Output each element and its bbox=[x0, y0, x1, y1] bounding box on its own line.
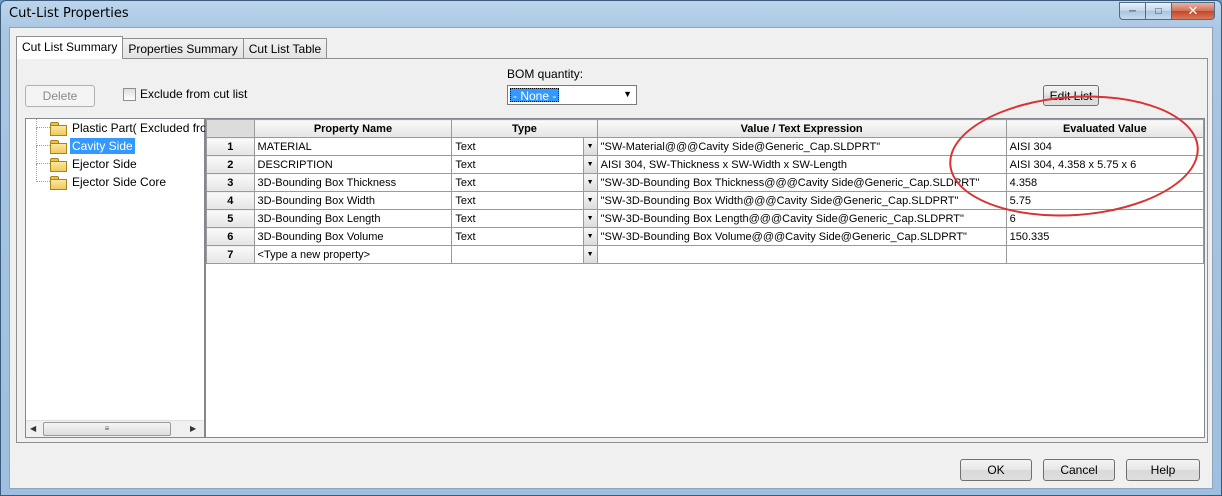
type-cell[interactable]: Text ▼ bbox=[451, 155, 598, 174]
delete-button[interactable]: Delete bbox=[25, 85, 95, 107]
close-button[interactable]: ✕ bbox=[1171, 2, 1215, 20]
value-expression-cell[interactable]: "SW-3D-Bounding Box Width@@@Cavity Side@… bbox=[596, 191, 1007, 210]
help-button[interactable]: Help bbox=[1126, 459, 1200, 481]
value-expression-cell[interactable]: AISI 304, SW-Thickness x SW-Width x SW-L… bbox=[596, 155, 1007, 174]
maximize-button[interactable]: □ bbox=[1145, 2, 1171, 20]
bom-quantity-label: BOM quantity: bbox=[507, 67, 584, 81]
type-cell[interactable]: Text ▼ bbox=[451, 173, 598, 192]
type-cell[interactable]: Text ▼ bbox=[451, 137, 598, 156]
tab-cut-list-table[interactable]: Cut List Table bbox=[242, 38, 328, 58]
tab-properties-summary[interactable]: Properties Summary bbox=[122, 38, 244, 58]
folder-icon bbox=[50, 176, 67, 190]
value-expression-cell[interactable]: "SW-3D-Bounding Box Length@@@Cavity Side… bbox=[596, 209, 1007, 228]
tree-item[interactable]: Ejector Side bbox=[50, 155, 139, 173]
property-name-cell[interactable]: MATERIAL bbox=[253, 137, 453, 156]
exclude-checkbox[interactable] bbox=[123, 87, 136, 101]
table-row-new: 7 <Type a new property> ▼ bbox=[206, 245, 1205, 264]
title-bar[interactable]: Cut-List Properties ─ □ ✕ bbox=[1, 1, 1221, 27]
type-cell[interactable]: Text ▼ bbox=[451, 209, 598, 228]
property-name-cell[interactable]: 3D-Bounding Box Width bbox=[253, 191, 453, 210]
window-title: Cut-List Properties bbox=[9, 6, 129, 21]
dialog-window: Cut-List Properties ─ □ ✕ Cut List Summa… bbox=[0, 0, 1222, 496]
bom-quantity-select[interactable]: - None - ▼ bbox=[507, 85, 637, 105]
chevron-down-icon[interactable]: ▼ bbox=[582, 246, 597, 263]
value-expression-cell[interactable]: "SW-3D-Bounding Box Volume@@@Cavity Side… bbox=[596, 227, 1007, 246]
tree-item-label: Ejector Side bbox=[72, 157, 137, 171]
type-value: Text bbox=[455, 230, 476, 243]
scroll-right-icon[interactable]: ▶ bbox=[190, 424, 196, 433]
dialog-client-area: Cut List Summary Properties Summary Cut … bbox=[9, 27, 1213, 489]
tree-item-label: Cavity Side bbox=[70, 138, 135, 154]
table-row: 6 3D-Bounding Box Volume Text ▼ "SW-3D-Bo… bbox=[206, 227, 1205, 246]
type-cell[interactable]: Text ▼ bbox=[451, 227, 598, 246]
row-number[interactable]: 7 bbox=[206, 245, 255, 264]
type-value: Text bbox=[455, 176, 476, 189]
ok-button[interactable]: OK bbox=[960, 459, 1032, 481]
property-name-cell[interactable]: 3D-Bounding Box Volume bbox=[253, 227, 453, 246]
tree-connector bbox=[36, 128, 50, 146]
minimize-button[interactable]: ─ bbox=[1119, 2, 1145, 20]
chevron-down-icon: ▼ bbox=[623, 89, 632, 99]
column-header-type[interactable]: Type bbox=[451, 119, 598, 138]
tree-item-selected[interactable]: Cavity Side bbox=[50, 137, 135, 155]
column-header-property-name[interactable]: Property Name bbox=[253, 119, 453, 138]
cancel-button[interactable]: Cancel bbox=[1043, 459, 1115, 481]
scroll-left-icon[interactable]: ◀ bbox=[30, 424, 36, 433]
row-number[interactable]: 1 bbox=[206, 137, 255, 156]
type-value: Text bbox=[455, 140, 476, 153]
bom-quantity-value: - None - bbox=[510, 88, 560, 103]
row-number[interactable]: 4 bbox=[206, 191, 255, 210]
new-property-cell[interactable]: <Type a new property> bbox=[253, 245, 453, 264]
tree-connector bbox=[36, 164, 50, 182]
property-name-cell[interactable]: DESCRIPTION bbox=[253, 155, 453, 174]
column-header-value-expression[interactable]: Value / Text Expression bbox=[596, 119, 1007, 138]
property-name-cell[interactable]: 3D-Bounding Box Length bbox=[253, 209, 453, 228]
scrollbar-thumb[interactable]: ≡ bbox=[43, 422, 171, 436]
exclude-label: Exclude from cut list bbox=[140, 87, 248, 101]
chevron-down-icon[interactable]: ▼ bbox=[582, 210, 597, 227]
chevron-down-icon[interactable]: ▼ bbox=[582, 192, 597, 209]
row-number[interactable]: 6 bbox=[206, 227, 255, 246]
row-number[interactable]: 2 bbox=[206, 155, 255, 174]
tab-cut-list-summary[interactable]: Cut List Summary bbox=[16, 36, 124, 59]
value-expression-cell[interactable]: "SW-Material@@@Cavity Side@Generic_Cap.S… bbox=[596, 137, 1007, 156]
type-value: Text bbox=[455, 194, 476, 207]
chevron-down-icon[interactable]: ▼ bbox=[582, 156, 597, 173]
property-name-cell[interactable]: 3D-Bounding Box Thickness bbox=[253, 173, 453, 192]
type-value: Text bbox=[455, 212, 476, 225]
value-expression-cell[interactable] bbox=[596, 245, 1007, 264]
tree-horizontal-scrollbar[interactable]: ◀ ≡ ▶ bbox=[26, 420, 204, 437]
type-cell[interactable]: ▼ bbox=[451, 245, 598, 264]
tab-strip: Cut List Summary Properties Summary Cut … bbox=[16, 36, 328, 59]
type-value: Text bbox=[455, 158, 476, 171]
tree-item-label: Ejector Side Core bbox=[72, 175, 167, 189]
close-icon: ✕ bbox=[1187, 3, 1199, 18]
minimize-icon: ─ bbox=[1128, 5, 1137, 17]
tree-item[interactable]: Ejector Side Core bbox=[50, 173, 168, 191]
tree-connector bbox=[36, 146, 50, 164]
maximize-icon: □ bbox=[1155, 5, 1162, 17]
chevron-down-icon[interactable]: ▼ bbox=[582, 228, 597, 245]
chevron-down-icon[interactable]: ▼ bbox=[582, 174, 597, 191]
evaluated-value-cell bbox=[1005, 245, 1205, 264]
evaluated-value-cell: 150.335 bbox=[1005, 227, 1205, 246]
type-cell[interactable]: Text ▼ bbox=[451, 191, 598, 210]
window-controls: ─ □ ✕ bbox=[1119, 2, 1215, 20]
folder-icon bbox=[50, 140, 67, 154]
chevron-down-icon[interactable]: ▼ bbox=[582, 138, 597, 155]
exclude-checkbox-group[interactable]: Exclude from cut list bbox=[123, 87, 247, 101]
folder-icon bbox=[50, 158, 67, 172]
row-number[interactable]: 3 bbox=[206, 173, 255, 192]
cut-list-tree: Plastic Part( Excluded from c Cavity Sid… bbox=[25, 118, 226, 438]
folder-icon bbox=[50, 122, 67, 136]
tree-connector bbox=[36, 119, 50, 128]
tree-item[interactable]: Plastic Part( Excluded from c bbox=[50, 119, 228, 137]
value-expression-cell[interactable]: "SW-3D-Bounding Box Thickness@@@Cavity S… bbox=[596, 173, 1007, 192]
row-number[interactable]: 5 bbox=[206, 209, 255, 228]
table-corner[interactable] bbox=[206, 119, 255, 138]
